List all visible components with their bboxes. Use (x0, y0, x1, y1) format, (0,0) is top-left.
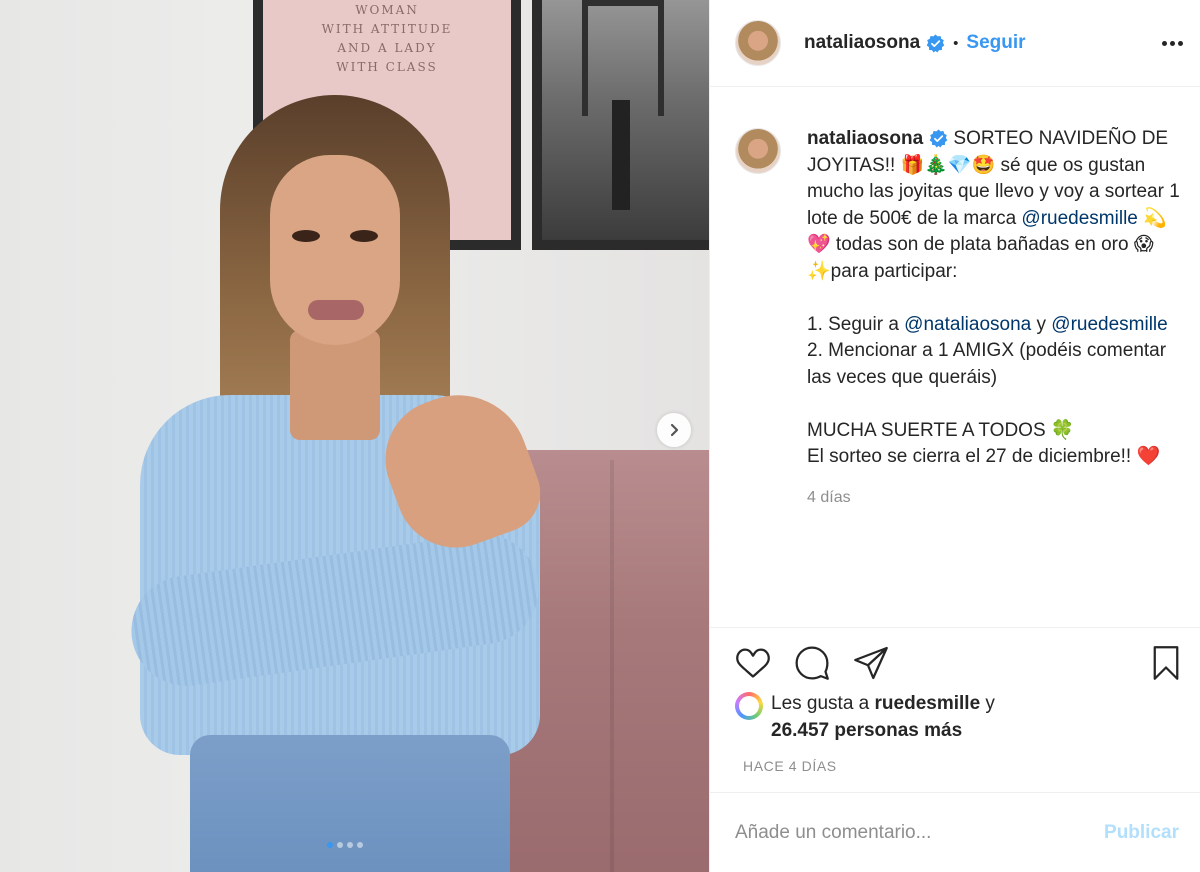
person (120, 95, 552, 872)
carousel-dot (327, 842, 333, 848)
caption-text: y (1031, 313, 1052, 335)
post-caption: nataliaosona SORTEO NAVIDEÑO DE JOYITAS!… (807, 126, 1181, 471)
chevron-right-icon (670, 423, 679, 437)
share-icon[interactable] (853, 645, 889, 681)
bookmark-icon[interactable] (1148, 645, 1184, 681)
follow-button[interactable]: Seguir (966, 32, 1025, 54)
carousel-indicator (327, 842, 363, 848)
likes-summary: Les gusta a ruedesmille y 26.457 persona… (735, 690, 1185, 744)
comment-input[interactable] (735, 821, 1105, 844)
more-options-icon[interactable] (1162, 40, 1183, 46)
post-photo[interactable]: WOMAN WITH ATTITUDE AND A LADY WITH CLAS… (0, 0, 709, 872)
likes-middle: y (980, 693, 995, 714)
carousel-next-button[interactable] (657, 413, 691, 447)
poster-line: WITH ATTITUDE (321, 22, 453, 36)
header-username[interactable]: nataliaosona (804, 32, 920, 54)
poster-line: WOMAN (355, 3, 419, 17)
likes-count-link[interactable]: 26.457 personas más (771, 720, 962, 741)
carousel-dot (357, 842, 363, 848)
verified-badge-icon (929, 129, 948, 149)
carousel-dot (347, 842, 353, 848)
carousel-dot (337, 842, 343, 848)
post-header: nataliaosona • Seguir (710, 0, 1200, 87)
instagram-post: WOMAN WITH ATTITUDE AND A LADY WITH CLAS… (0, 0, 1200, 872)
publish-button[interactable]: Publicar (1104, 822, 1179, 844)
likes-prefix: Les gusta a (771, 693, 875, 714)
heart-icon[interactable] (735, 645, 771, 681)
caption-time[interactable]: 4 días (807, 489, 1181, 507)
separator-dot: • (953, 34, 959, 52)
caption-text: 2. Mencionar a 1 AMIGX (podéis comentar … (807, 340, 1167, 467)
avatar[interactable] (735, 692, 763, 720)
poster-line: WITH CLASS (336, 60, 438, 74)
mention-link[interactable]: @ruedesmille (1051, 314, 1167, 335)
caption-section: nataliaosona SORTEO NAVIDEÑO DE JOYITAS!… (710, 88, 1200, 628)
post-timestamp[interactable]: HACE 4 DÍAS (743, 758, 837, 774)
avatar[interactable] (735, 20, 781, 66)
mention-link[interactable]: @nataliaosona (904, 314, 1031, 335)
action-bar (710, 640, 1200, 686)
caption-username[interactable]: nataliaosona (807, 128, 923, 149)
verified-badge-icon (926, 33, 945, 53)
avatar[interactable] (735, 128, 781, 174)
comment-bar: Publicar (710, 792, 1200, 872)
likes-user-link[interactable]: ruedesmille (875, 693, 981, 714)
post-side-panel: nataliaosona • Seguir nataliaosona SORTE… (709, 0, 1200, 872)
poster-line: AND A LADY (337, 41, 437, 55)
mention-link[interactable]: @ruedesmille (1021, 208, 1137, 229)
comment-icon[interactable] (794, 645, 830, 681)
wall-poster-bridge (532, 0, 709, 250)
